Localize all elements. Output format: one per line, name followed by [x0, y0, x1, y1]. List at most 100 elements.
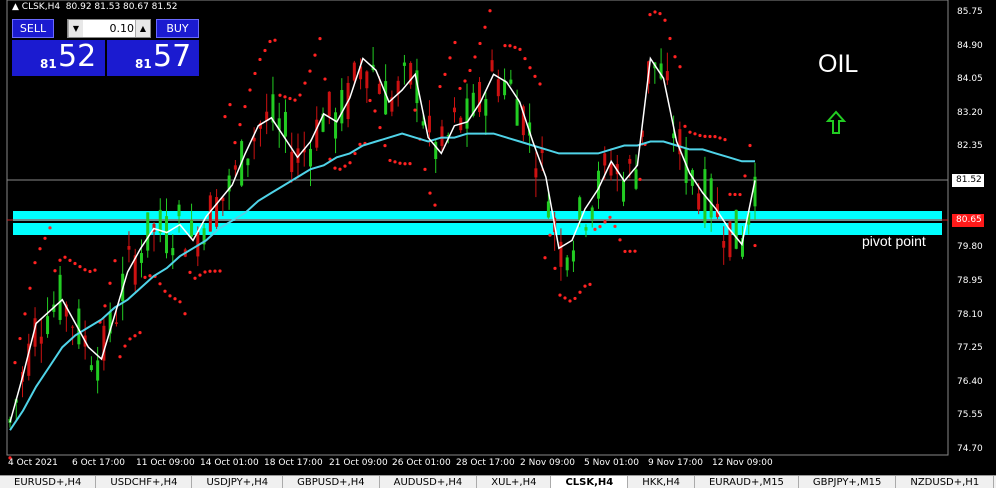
candle-body — [139, 253, 143, 263]
candle-body — [190, 220, 194, 237]
candle-body — [89, 365, 93, 371]
sar-dot — [463, 79, 467, 83]
sar-dot — [33, 261, 37, 265]
chart-title: ▲ CLSK,H4 80.92 81.53 80.67 81.52 — [12, 2, 177, 12]
sar-dot — [53, 269, 57, 273]
sell-price-box[interactable]: 81 52 — [12, 39, 105, 76]
sar-dot — [198, 273, 202, 277]
sar-dot — [378, 125, 382, 130]
sar-dot — [628, 249, 632, 253]
candle-body — [452, 107, 456, 113]
chart-tab[interactable]: HKK,H4 — [628, 476, 695, 488]
chart-tab[interactable]: USDCHF+,H4 — [96, 476, 193, 488]
buy-price-prefix: 81 — [135, 57, 152, 71]
time-axis-label: 18 Oct 17:00 — [264, 458, 323, 468]
sar-dot — [408, 162, 412, 166]
sar-dot — [48, 226, 52, 230]
sar-dot — [648, 13, 652, 17]
chart-tab[interactable]: NZDUSD+,H1 — [896, 476, 995, 488]
sar-dot — [303, 81, 307, 85]
sar-dot — [748, 143, 752, 148]
one-click-trading-panel: SELL ▼ 0.10 ▲ BUY 81 52 81 57 — [12, 18, 199, 76]
sar-dot — [573, 296, 577, 301]
time-axis-label: 14 Oct 01:00 — [200, 458, 259, 468]
sar-dot — [78, 265, 82, 269]
sar-dot — [543, 256, 547, 260]
sar-dot — [518, 47, 522, 51]
sar-dot — [558, 293, 562, 297]
candle-body — [246, 158, 250, 166]
sar-dot — [58, 258, 62, 262]
sar-dot — [128, 337, 132, 341]
sar-dot — [663, 18, 667, 22]
sar-dot — [533, 74, 537, 78]
price-axis-label: 84.90 — [957, 40, 983, 51]
buy-price-box[interactable]: 81 57 — [107, 39, 199, 76]
sell-button[interactable]: SELL — [12, 19, 54, 38]
candle-body — [515, 98, 519, 126]
sar-dot — [183, 312, 187, 316]
sar-dot — [113, 259, 117, 263]
candle-body — [309, 148, 313, 167]
pivot-point-annotation: pivot point — [862, 233, 926, 249]
sar-dot — [458, 86, 462, 91]
buy-button[interactable]: BUY — [156, 19, 199, 38]
candle-body — [283, 111, 287, 137]
lot-size-value: 0.10 — [109, 22, 135, 35]
sar-dot — [368, 98, 372, 103]
price-axis-label: 85.75 — [957, 7, 983, 17]
current-price-tag: 81.52 — [952, 174, 984, 187]
sar-dot — [253, 71, 257, 76]
chart-tab[interactable]: USDJPY+,H4 — [192, 476, 284, 488]
chart-tab[interactable]: XUL+,H4 — [477, 476, 552, 488]
chart-tab[interactable]: AUDUSD+,H4 — [380, 476, 478, 488]
candle-body — [177, 204, 181, 217]
sar-dot — [218, 269, 222, 273]
sar-dot — [318, 36, 322, 41]
sar-dot — [123, 344, 127, 348]
chart-tab[interactable]: GBPUSD+,H4 — [283, 476, 380, 488]
lot-increase-icon[interactable]: ▲ — [135, 20, 150, 37]
candle-body — [465, 98, 469, 129]
candle-body — [377, 83, 381, 94]
chart-tab[interactable]: CLSK,H4 — [551, 476, 629, 488]
sar-dot — [103, 304, 107, 308]
sar-dot — [278, 93, 282, 97]
sar-dot — [738, 192, 742, 197]
sar-dot — [213, 269, 217, 273]
sar-dot — [373, 109, 377, 113]
chart-tabs-bar: EURUSD+,H4 USDCHF+,H4 USDJPY+,H4 GBPUSD+,H4… — [0, 475, 996, 488]
price-axis-label: 75.55 — [957, 410, 983, 421]
price-axis-label: 76.40 — [957, 376, 983, 387]
sar-dot — [283, 95, 287, 99]
sar-dot — [653, 10, 657, 14]
candle-body — [440, 126, 444, 146]
sar-dot — [473, 55, 477, 59]
sar-dot — [223, 115, 227, 119]
candle-body — [578, 197, 582, 221]
candle-body — [39, 336, 43, 344]
candle-body — [634, 169, 638, 189]
candle-body — [96, 360, 100, 381]
sar-dot — [588, 282, 592, 286]
lot-size-field[interactable]: ▼ 0.10 ▲ — [67, 19, 151, 38]
sar-dot — [598, 225, 602, 229]
sar-dot — [398, 161, 402, 165]
price-axis-label: 84.05 — [957, 74, 983, 85]
chart-tab[interactable]: EURAUD+,M15 — [695, 476, 799, 488]
sar-dot — [433, 203, 437, 207]
time-axis-label: 11 Oct 09:00 — [136, 458, 195, 468]
sar-dot — [148, 274, 152, 278]
sar-dot — [263, 48, 267, 53]
chart-tab[interactable]: GBPJPY+,M15 — [799, 476, 897, 488]
sar-dot — [333, 166, 337, 170]
chart-tab[interactable]: EURUSD+,H4 — [0, 476, 97, 488]
price-axis-label: 78.10 — [957, 309, 983, 320]
candle-body — [571, 250, 575, 262]
lot-decrease-icon[interactable]: ▼ — [68, 20, 83, 37]
sar-dot — [288, 96, 292, 101]
sar-dot — [13, 361, 17, 365]
candle-body — [352, 62, 356, 81]
candle-body — [71, 326, 75, 328]
candle-body — [233, 165, 237, 170]
